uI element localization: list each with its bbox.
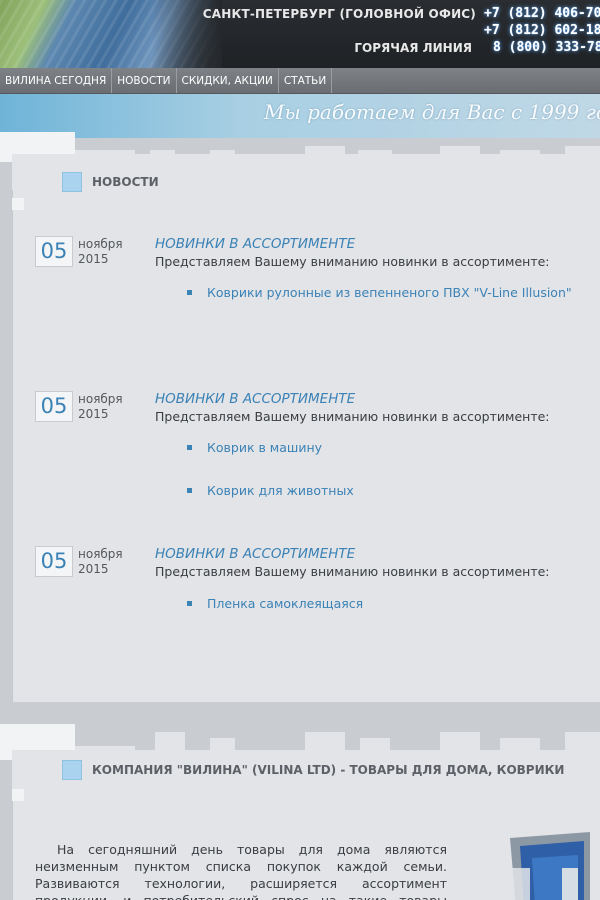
nav-item-articles[interactable]: СТАТЬИ	[279, 68, 333, 93]
bullet-square-icon	[187, 290, 192, 295]
news-bullet: Коврик для животных	[187, 483, 354, 498]
news-product-link[interactable]: Коврик для животных	[207, 483, 354, 498]
news-intro: Представляем Вашему вниманию новинки в а…	[155, 254, 550, 269]
office-label: САНКТ-ПЕТЕРБУРГ (ГОЛОВНОЙ ОФИС)	[202, 7, 476, 21]
news-date-day: 05	[35, 391, 73, 422]
news-date-month-year: ноября 2015	[78, 392, 123, 421]
news-intro: Представляем Вашему вниманию новинки в а…	[155, 564, 550, 579]
news-bullet: Коврик в машину	[187, 440, 322, 455]
news-section-title: НОВОСТИ	[92, 175, 159, 189]
phone-link-office-2[interactable]: +7 (812) 602-18	[484, 23, 600, 38]
news-title-link[interactable]: НОВИНКИ В АССОРТИМЕНТЕ	[155, 546, 355, 562]
bullet-square-icon	[187, 601, 192, 606]
news-product-link[interactable]: Пленка самоклеящаяся	[207, 596, 363, 611]
news-date-day: 05	[35, 236, 73, 267]
news-intro: Представляем Вашему вниманию новинки в а…	[155, 409, 550, 424]
nav-item-discounts[interactable]: СКИДКИ, АКЦИИ	[177, 68, 279, 93]
site-header: САНКТ-ПЕТЕРБУРГ (ГОЛОВНОЙ ОФИС) ГОРЯЧАЯ …	[0, 0, 600, 68]
company-description: На сегодняшний день товары для дома явля…	[35, 842, 447, 900]
hotline-label: ГОРЯЧАЯ ЛИНИЯ	[354, 41, 472, 55]
news-title-link[interactable]: НОВИНКИ В АССОРТИМЕНТЕ	[155, 236, 355, 252]
header-logo-art	[0, 0, 222, 68]
phone-link-hotline[interactable]: 8 (800) 333-78	[493, 40, 600, 55]
company-section-header: КОМПАНИЯ "ВИЛИНА" (VILINA LTD) - ТОВАРЫ …	[62, 760, 564, 780]
news-product-link[interactable]: Коврики рулонные из вепенненого ПВХ "V-L…	[207, 285, 572, 300]
bullet-square-icon	[187, 445, 192, 450]
news-bullet: Пленка самоклеящаяся	[187, 596, 363, 611]
company-product-image	[480, 828, 600, 900]
news-bullet: Коврики рулонные из вепенненого ПВХ "V-L…	[187, 285, 572, 300]
nav-item-news[interactable]: НОВОСТИ	[112, 68, 177, 93]
phone-link-office-1[interactable]: +7 (812) 406-70	[484, 6, 600, 21]
section-square-icon	[62, 760, 82, 780]
slogan-text: Мы работаем для Вас с 1999 год	[264, 100, 600, 124]
main-nav: ВИЛИНА СЕГОДНЯ НОВОСТИ СКИДКИ, АКЦИИ СТА…	[0, 68, 600, 94]
news-product-link[interactable]: Коврик в машину	[207, 440, 322, 455]
news-date-day: 05	[35, 546, 73, 577]
company-section-title: КОМПАНИЯ "ВИЛИНА" (VILINA LTD) - ТОВАРЫ …	[92, 763, 565, 777]
news-date-month-year: ноября 2015	[78, 547, 123, 576]
company-panel-top-edge	[0, 724, 600, 790]
bullet-square-icon	[187, 488, 192, 493]
panel-corner-decor	[12, 789, 24, 801]
news-section-header: НОВОСТИ	[62, 172, 159, 192]
nav-item-about[interactable]: ВИЛИНА СЕГОДНЯ	[0, 68, 113, 93]
news-date-month-year: ноября 2015	[78, 237, 123, 266]
news-panel-top-edge	[0, 132, 600, 190]
panel-corner-decor	[12, 198, 24, 210]
section-square-icon	[62, 172, 82, 192]
news-title-link[interactable]: НОВИНКИ В АССОРТИМЕНТЕ	[155, 391, 355, 407]
